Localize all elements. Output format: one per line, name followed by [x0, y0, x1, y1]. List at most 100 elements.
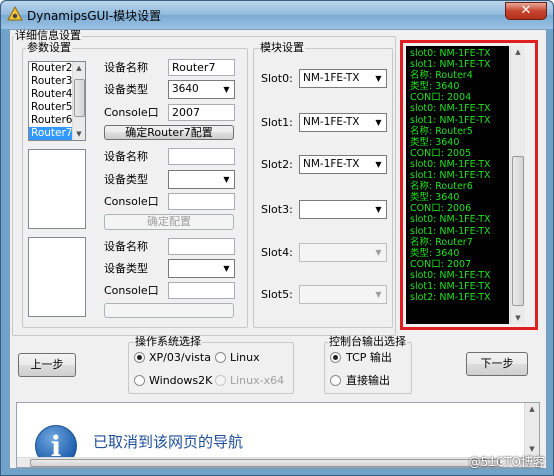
device1-console-input[interactable]: 2007 — [168, 104, 235, 121]
device3-name-label: 设备名称 — [104, 240, 148, 253]
device2-type-select[interactable]: ▼ — [168, 170, 235, 189]
slot5-select[interactable]: ▼ — [299, 285, 387, 304]
os-linux-x64-label[interactable]: Linux-x64 — [230, 374, 284, 387]
tcp-output-label[interactable]: TCP 输出 — [346, 351, 392, 364]
device3-confirm-button[interactable] — [104, 303, 234, 318]
console-line: 类型: 3640 — [410, 247, 460, 259]
scrollbar-thumb[interactable] — [30, 459, 500, 467]
chevron-down-icon[interactable]: ▼ — [219, 260, 234, 277]
slot2-select[interactable]: NM-1FE-TX ▼ — [299, 155, 387, 174]
console-output-panel: slot0: NM-1FE-TX slot1: NM-1FE-TX 名称: Rout… — [400, 40, 538, 330]
chevron-down-icon[interactable]: ▼ — [371, 70, 386, 87]
scroll-up-arrow-icon[interactable]: ▲ — [511, 46, 525, 58]
chevron-down-icon[interactable]: ▼ — [219, 81, 234, 98]
console-line: 名称: Router5 — [410, 125, 473, 137]
device2-console-label: Console口 — [104, 195, 159, 208]
slot5-label: Slot5: — [261, 288, 293, 301]
os-select-group-label: 操作系统选择 — [134, 335, 202, 348]
console-line: slot0: NM-1FE-TX — [410, 103, 491, 115]
app-icon — [7, 6, 23, 21]
prev-step-button[interactable]: 上一步 — [18, 353, 76, 377]
params-group-label: 参数设置 — [26, 41, 72, 54]
chevron-down-icon[interactable]: ▼ — [371, 156, 386, 173]
console-line: slot1: NM-1FE-TX — [410, 225, 491, 237]
device1-type-label: 设备类型 — [104, 83, 148, 96]
chevron-down-icon[interactable]: ▼ — [371, 114, 386, 131]
chevron-down-icon[interactable]: ▼ — [371, 201, 386, 218]
browser-horizontal-scrollbar[interactable] — [17, 457, 526, 467]
device3-type-select[interactable]: ▼ — [168, 259, 235, 278]
console-line: slot0: NM-1FE-TX — [410, 214, 491, 226]
slot0-select[interactable]: NM-1FE-TX ▼ — [299, 69, 387, 88]
console-line: slot1: NM-1FE-TX — [410, 114, 491, 126]
os-linux-radio[interactable] — [215, 352, 226, 363]
chevron-down-icon[interactable]: ▼ — [219, 171, 234, 188]
console-line: slot1: NM-1FE-TX — [410, 59, 491, 71]
console-line: slot1: NM-1FE-TX — [410, 280, 491, 292]
console-line: slot2: NM-1FE-TX — [410, 292, 491, 304]
device1-type-select[interactable]: 3640 ▼ — [168, 80, 235, 99]
console-line: 名称: Router6 — [410, 181, 473, 193]
console-line: slot0: NM-1FE-TX — [410, 269, 491, 281]
device3-type-label: 设备类型 — [104, 262, 148, 275]
app-window: DynamipsGUI-模块设置 ✕ 详细信息设置 参数设置 Router2 R… — [0, 0, 554, 476]
os-xp-radio[interactable] — [134, 352, 145, 363]
console-line: 类型: 3640 — [410, 81, 460, 93]
slot0-label: Slot0: — [261, 72, 293, 85]
router-list[interactable]: Router2 Router3 Router4 Router5 Router6 … — [28, 61, 86, 141]
slot2-value: NM-1FE-TX — [303, 158, 360, 170]
device2-console-input[interactable] — [168, 193, 235, 210]
confirm-config-button[interactable]: 确定配置 — [104, 214, 234, 230]
embedded-browser[interactable]: i 已取消到该网页的导航 ▲ ▼ — [16, 402, 540, 468]
scroll-up-arrow-icon[interactable]: ▲ — [525, 403, 539, 415]
console-line: 类型: 3640 — [410, 192, 460, 204]
device2-name-label: 设备名称 — [104, 150, 148, 163]
slot0-value: NM-1FE-TX — [303, 72, 360, 84]
device1-name-input[interactable]: Router7 — [168, 59, 235, 76]
scroll-down-arrow-icon[interactable]: ▼ — [511, 312, 525, 324]
device3-console-label: Console口 — [104, 284, 159, 297]
os-linux-label[interactable]: Linux — [230, 351, 260, 364]
console-line: CON口: 2004 — [410, 92, 472, 104]
tcp-output-radio[interactable] — [330, 352, 341, 363]
list-item-selected[interactable]: Router7 — [29, 127, 72, 140]
console-line: CON口: 2006 — [410, 203, 472, 215]
scrollbar-thumb[interactable] — [74, 79, 85, 117]
direct-output-radio[interactable] — [330, 375, 341, 386]
scrollbar-thumb[interactable] — [512, 156, 524, 306]
next-step-button[interactable]: 下一步 — [466, 352, 528, 376]
scroll-down-arrow-icon[interactable]: ▼ — [73, 128, 85, 140]
slot1-select[interactable]: NM-1FE-TX ▼ — [299, 113, 387, 132]
watermark: @51CTO博客 — [468, 455, 545, 469]
slot3-select[interactable]: ▼ — [299, 200, 387, 219]
device3-name-input[interactable] — [168, 238, 235, 255]
console-output-text[interactable]: slot0: NM-1FE-TX slot1: NM-1FE-TX 名称: Rout… — [406, 46, 509, 324]
title-bar[interactable]: DynamipsGUI-模块设置 ✕ — [1, 1, 553, 29]
direct-output-label[interactable]: 直接输出 — [346, 374, 390, 387]
device2-name-input[interactable] — [168, 148, 235, 165]
confirm-router7-button[interactable]: 确定Router7配置 — [104, 125, 234, 140]
os-win2k-label[interactable]: Windows2K — [149, 374, 212, 387]
scroll-up-arrow-icon[interactable]: ▲ — [73, 62, 85, 74]
slot4-select[interactable]: ▼ — [299, 243, 387, 262]
device2-type-label: 设备类型 — [104, 173, 148, 186]
slot1-value: NM-1FE-TX — [303, 116, 360, 128]
device3-list[interactable] — [28, 237, 86, 317]
console-line: 名称: Router7 — [410, 236, 473, 248]
console-line: slot0: NM-1FE-TX — [410, 48, 491, 59]
console-line: 名称: Router4 — [410, 70, 473, 82]
os-xp-label[interactable]: XP/03/vista — [149, 351, 211, 364]
slot2-label: Slot2: — [261, 158, 293, 171]
console-line: CON口: 2005 — [410, 147, 472, 159]
router-list-scrollbar[interactable]: ▲ ▼ — [72, 62, 85, 140]
os-linux-x64-radio[interactable] — [215, 375, 226, 386]
console-scrollbar[interactable]: ▲ ▼ — [510, 46, 525, 324]
close-button[interactable]: ✕ — [505, 2, 547, 20]
chevron-down-icon[interactable]: ▼ — [371, 286, 386, 303]
os-win2k-radio[interactable] — [134, 375, 145, 386]
slot1-label: Slot1: — [261, 116, 293, 129]
device2-list[interactable] — [28, 149, 86, 229]
chevron-down-icon[interactable]: ▼ — [371, 244, 386, 261]
device3-console-input[interactable] — [168, 282, 235, 299]
slot4-label: Slot4: — [261, 246, 293, 259]
